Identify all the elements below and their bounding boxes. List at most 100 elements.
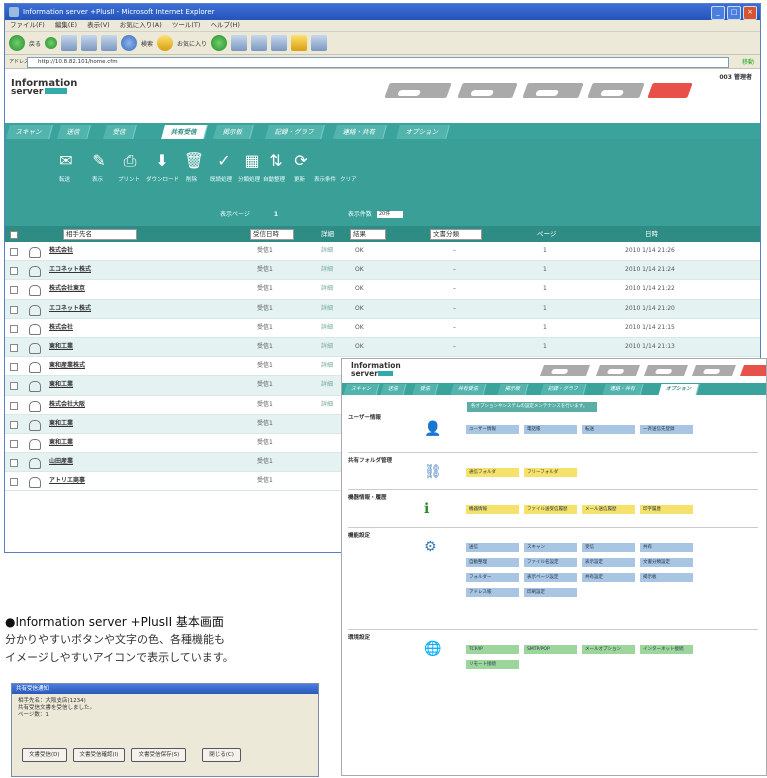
- tab-send[interactable]: 送信: [57, 125, 91, 139]
- row-checkbox[interactable]: [10, 382, 18, 391]
- option-button[interactable]: 共有設定: [582, 573, 635, 582]
- address-input[interactable]: http://10.8.82.101/home.cfm: [27, 57, 729, 68]
- mail-icon[interactable]: [251, 35, 268, 51]
- menu-edit[interactable]: 編集(E): [55, 21, 77, 29]
- option-button[interactable]: 表示ページ設定: [524, 573, 577, 582]
- options-logout-button[interactable]: [739, 365, 766, 376]
- option-button[interactable]: 送信: [466, 543, 519, 552]
- option-button[interactable]: アドレス帳: [466, 588, 519, 597]
- history-icon[interactable]: [231, 35, 248, 51]
- option-button[interactable]: 文書分類設定: [640, 558, 693, 567]
- sender-name-link[interactable]: 株式会社: [49, 242, 73, 260]
- option-button[interactable]: 受信: [582, 543, 635, 552]
- option-button[interactable]: 掲示板: [640, 573, 693, 582]
- sender-name-link[interactable]: 株式会社東京: [49, 280, 85, 298]
- menu-tools[interactable]: ツール(T): [172, 21, 201, 29]
- tab-receive[interactable]: 受信: [103, 125, 137, 139]
- sender-name-link[interactable]: 東和産業株式: [49, 357, 85, 375]
- detail-link[interactable]: 詳細: [321, 280, 333, 298]
- option-button[interactable]: インターネット接続: [640, 645, 693, 654]
- table-row[interactable]: 株式会社東京 受信1 詳細 OK – 1 2010 1/14 21:22: [5, 280, 760, 300]
- options-tab-contact[interactable]: 連絡・共有: [602, 384, 644, 395]
- action-clear[interactable]: クリア: [340, 175, 357, 183]
- row-checkbox[interactable]: [10, 459, 18, 468]
- go-button[interactable]: 移動: [742, 56, 754, 69]
- receive-button[interactable]: 文書受信(D): [22, 748, 67, 762]
- action-download[interactable]: ダウンロード: [146, 175, 179, 183]
- minimize-button[interactable]: _: [711, 6, 725, 20]
- tab-options[interactable]: オプション: [396, 125, 450, 139]
- option-button[interactable]: ユーザー情報: [466, 425, 519, 434]
- menu-file[interactable]: ファイル(F): [10, 21, 45, 29]
- row-checkbox[interactable]: [10, 343, 18, 352]
- options-tab-send[interactable]: 送信: [380, 384, 407, 395]
- option-button[interactable]: メールオプション: [582, 645, 635, 654]
- action-view[interactable]: 表示: [92, 175, 103, 183]
- options-tab-options[interactable]: オプション: [658, 384, 700, 395]
- action-print[interactable]: プリント: [118, 175, 140, 183]
- detail-link[interactable]: 詳細: [321, 242, 333, 260]
- action-classify[interactable]: 分類処理: [238, 175, 260, 183]
- folder-icon[interactable]: [291, 35, 308, 51]
- option-button[interactable]: スキャン: [524, 543, 577, 552]
- print-icon[interactable]: [271, 35, 288, 51]
- classify-action-icon[interactable]: ▦: [241, 151, 263, 171]
- table-row[interactable]: エコネット株式 受信1 詳細 OK – 1 2010 1/14 21:24: [5, 261, 760, 281]
- tab-shared-receive[interactable]: 共有受信: [161, 125, 208, 139]
- option-button[interactable]: SMTP/POP: [524, 645, 577, 654]
- table-row[interactable]: 東和工業 受信1 詳細 OK – 1 2010 1/14 21:13: [5, 337, 760, 358]
- time-sort-select[interactable]: 受信日時: [250, 229, 294, 240]
- sender-name-link[interactable]: 東和工業: [49, 338, 73, 356]
- table-row[interactable]: 株式会社 受信1 詳細 OK – 1 2010 1/14 21:15: [5, 319, 760, 338]
- option-button[interactable]: 表示設定: [582, 558, 635, 567]
- detail-link[interactable]: 詳細: [321, 396, 333, 414]
- back-icon[interactable]: [9, 35, 25, 51]
- options-tab-records[interactable]: 記録・グラフ: [540, 384, 587, 395]
- options-tab-bulletin[interactable]: 掲示板: [497, 384, 529, 395]
- status-sort-select[interactable]: 結果: [350, 229, 386, 240]
- row-checkbox[interactable]: [10, 248, 18, 256]
- select-all-checkbox[interactable]: [10, 231, 18, 239]
- delete-action-icon[interactable]: 🗑: [183, 151, 205, 171]
- sender-name-link[interactable]: エコネット株式: [49, 261, 91, 279]
- row-checkbox[interactable]: [10, 401, 18, 410]
- option-button[interactable]: 機器情報: [466, 505, 519, 514]
- receive-save-button[interactable]: 文書受信保存(S): [131, 748, 187, 762]
- sender-name-link[interactable]: アトリエ商事: [49, 472, 85, 490]
- table-row[interactable]: エコネット株式 受信1 詳細 OK – 1 2010 1/14 21:20: [5, 299, 760, 319]
- row-checkbox[interactable]: [10, 439, 18, 448]
- stop-icon[interactable]: [61, 35, 78, 51]
- tab-scan[interactable]: スキャン: [6, 125, 53, 139]
- search-label[interactable]: 検索: [141, 39, 153, 48]
- autosort-action-icon[interactable]: ⇅: [265, 151, 287, 171]
- refresh-action-icon[interactable]: ⟳: [290, 151, 312, 171]
- detail-link[interactable]: 詳細: [321, 357, 333, 375]
- action-forward[interactable]: 転送: [59, 175, 70, 183]
- menu-favorites[interactable]: お気に入り(A): [120, 21, 162, 29]
- home-icon[interactable]: [101, 35, 118, 51]
- option-button[interactable]: 通信フォルダ: [466, 468, 519, 477]
- refresh-icon[interactable]: [81, 35, 98, 51]
- forward-icon[interactable]: [45, 37, 58, 49]
- option-button[interactable]: ファイル送受信履歴: [524, 505, 577, 514]
- action-autosort[interactable]: 自動整理: [263, 175, 285, 183]
- action-read[interactable]: 既読処理: [210, 175, 232, 183]
- option-button[interactable]: メール送信履歴: [582, 505, 635, 514]
- detail-link[interactable]: 詳細: [321, 300, 333, 318]
- maximize-button[interactable]: □: [727, 6, 741, 20]
- action-delete[interactable]: 削除: [186, 175, 197, 183]
- tab-bulletin[interactable]: 掲示板: [213, 125, 254, 139]
- detail-link[interactable]: 詳細: [321, 261, 333, 279]
- back-label[interactable]: 戻る: [29, 39, 41, 48]
- option-button[interactable]: 印刷設定: [524, 588, 577, 597]
- tab-records[interactable]: 記録・グラフ: [265, 125, 325, 139]
- logout-button[interactable]: [647, 83, 693, 98]
- row-checkbox[interactable]: [10, 267, 18, 276]
- messenger-icon[interactable]: [311, 35, 328, 51]
- sender-name-link[interactable]: 東和工業: [49, 376, 73, 394]
- forward-action-icon[interactable]: ✉: [55, 151, 77, 171]
- option-button[interactable]: 一斉送信先登録: [640, 425, 693, 434]
- sender-name-link[interactable]: 東和工業: [49, 415, 73, 433]
- search-icon[interactable]: [121, 35, 138, 51]
- options-tab-receive[interactable]: 受信: [412, 384, 439, 395]
